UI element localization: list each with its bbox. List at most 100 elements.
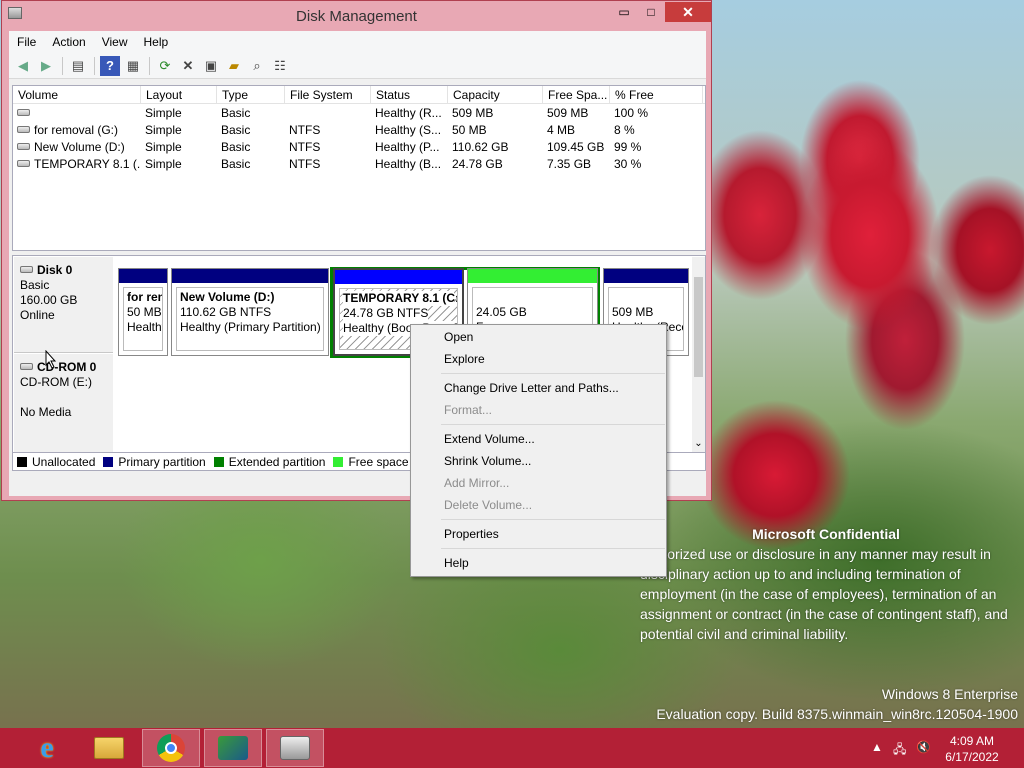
menu-separator bbox=[441, 519, 665, 520]
network-icon[interactable]: 🖧 bbox=[893, 740, 906, 761]
menu-view[interactable]: View bbox=[94, 31, 136, 53]
toolbar-divider bbox=[149, 56, 150, 75]
minimize-icon: ▭ bbox=[618, 5, 630, 19]
toolbar: ◀ ▶ ▤ ? ▦ ⟳ ✕ ▣ ▰ ⌕ ☷ bbox=[9, 53, 706, 79]
table-row[interactable]: TEMPORARY 8.1 (... Simple Basic NTFS Hea… bbox=[13, 156, 705, 173]
menu-add-mirror: Add Mirror... bbox=[444, 476, 510, 490]
col-free-space[interactable]: Free Spa... bbox=[543, 86, 610, 104]
delete-icon[interactable]: ✕ bbox=[178, 56, 198, 76]
toolbar-divider bbox=[62, 56, 63, 75]
internet-explorer-icon: e bbox=[40, 731, 54, 764]
volume-list-header: Volume Layout Type File System Status Ca… bbox=[13, 86, 705, 104]
partition-bar bbox=[604, 269, 688, 283]
menu-extend-volume[interactable]: Extend Volume... bbox=[444, 429, 535, 449]
col-file-system[interactable]: File System bbox=[285, 86, 371, 104]
table-row[interactable]: for removal (G:) Simple Basic NTFS Healt… bbox=[13, 122, 705, 139]
legend-unallocated: Unallocated bbox=[32, 454, 96, 469]
close-button[interactable]: ✕ bbox=[665, 2, 711, 22]
partition-body: New Volume (D:) 110.62 GB NTFS Healthy (… bbox=[176, 287, 324, 351]
menu-bar: File Action View Help bbox=[9, 31, 706, 53]
maximize-icon: □ bbox=[647, 5, 655, 19]
window-title: Disk Management bbox=[296, 8, 417, 25]
internet-explorer-button[interactable]: e bbox=[18, 729, 76, 767]
vertical-scrollbar[interactable]: ⌄ bbox=[692, 257, 705, 453]
settings-list-icon[interactable]: ☷ bbox=[270, 56, 290, 76]
drive-icon bbox=[17, 143, 30, 151]
col-percent-free[interactable]: % Free bbox=[610, 86, 703, 104]
col-volume[interactable]: Volume bbox=[13, 86, 141, 104]
menu-change-drive-letter[interactable]: Change Drive Letter and Paths... bbox=[444, 378, 619, 398]
console-tree-icon[interactable]: ▤ bbox=[68, 56, 88, 76]
properties-list-icon[interactable]: ▦ bbox=[123, 56, 143, 76]
menu-file[interactable]: File bbox=[9, 31, 44, 53]
title-bar[interactable]: Disk Management ▭ □ ✕ bbox=[2, 1, 711, 31]
mouse-cursor-icon bbox=[45, 350, 57, 369]
context-menu: Open Explore Change Drive Letter and Pat… bbox=[410, 324, 667, 577]
legend-swatch-free bbox=[333, 456, 344, 467]
edition-watermark: Windows 8 Enterprise Evaluation copy. Bu… bbox=[656, 686, 1018, 722]
menu-action[interactable]: Action bbox=[44, 31, 93, 53]
computer-management-button[interactable] bbox=[266, 729, 324, 767]
partition-bar bbox=[335, 270, 462, 284]
menu-separator bbox=[441, 424, 665, 425]
folder-icon bbox=[94, 737, 124, 759]
clock-time: 4:09 AM bbox=[949, 734, 995, 748]
disk-icon bbox=[20, 266, 33, 274]
menu-open[interactable]: Open bbox=[444, 327, 473, 347]
legend-swatch-primary bbox=[103, 456, 114, 467]
show-hidden-icons-icon[interactable]: ▲ bbox=[871, 740, 883, 754]
col-status[interactable]: Status bbox=[371, 86, 448, 104]
system-clock[interactable]: 4:09 AM 6/17/2022 bbox=[942, 733, 1002, 765]
legend-primary: Primary partition bbox=[118, 454, 206, 469]
minimize-button[interactable]: ▭ bbox=[611, 2, 637, 22]
close-icon: ✕ bbox=[682, 3, 694, 20]
search-icon[interactable]: ⌕ bbox=[247, 56, 267, 76]
col-layout[interactable]: Layout bbox=[141, 86, 217, 104]
legend-free: Free space bbox=[348, 454, 409, 469]
scrollbar-thumb[interactable] bbox=[694, 277, 703, 377]
col-capacity[interactable]: Capacity bbox=[448, 86, 543, 104]
partition-body: for ren 50 MB Healthy bbox=[123, 287, 163, 351]
legend-swatch-unallocated bbox=[17, 456, 27, 467]
hard-drive-icon bbox=[280, 736, 310, 760]
menu-format: Format... bbox=[444, 403, 493, 417]
menu-separator bbox=[441, 548, 665, 549]
drive-icon bbox=[17, 126, 30, 134]
menu-shrink-volume[interactable]: Shrink Volume... bbox=[444, 451, 531, 471]
disk-0-label[interactable]: Disk 0 Basic 160.00 GB Online bbox=[14, 257, 113, 353]
chevron-down-icon[interactable]: ⌄ bbox=[693, 438, 704, 449]
maximize-button[interactable]: □ bbox=[638, 2, 664, 22]
drive-icon bbox=[17, 109, 30, 117]
forward-arrow-icon[interactable]: ▶ bbox=[36, 56, 56, 76]
partition-bar bbox=[468, 269, 597, 283]
refresh-icon[interactable]: ⟳ bbox=[155, 56, 175, 76]
speaker-muted-icon[interactable]: 🔇 bbox=[916, 740, 931, 754]
check-disk-icon[interactable]: ▣ bbox=[201, 56, 221, 76]
confidential-watermark: Microsoft Confidential authorized use or… bbox=[640, 526, 1008, 642]
menu-delete-volume: Delete Volume... bbox=[444, 498, 533, 512]
chrome-icon bbox=[157, 734, 185, 762]
back-arrow-icon[interactable]: ◀ bbox=[13, 56, 33, 76]
cdrom-0-label[interactable]: CD-ROM 0 CD-ROM (E:) No Media bbox=[14, 354, 113, 462]
file-explorer-button[interactable] bbox=[80, 729, 138, 767]
partition-bar bbox=[172, 269, 328, 283]
volume-list: Volume Layout Type File System Status Ca… bbox=[12, 85, 706, 251]
partition-new-volume[interactable]: New Volume (D:) 110.62 GB NTFS Healthy (… bbox=[171, 268, 329, 356]
menu-properties[interactable]: Properties bbox=[444, 524, 499, 544]
partition-for-removal[interactable]: for ren 50 MB Healthy bbox=[118, 268, 168, 356]
chrome-button[interactable] bbox=[142, 729, 200, 767]
menu-help[interactable]: Help bbox=[444, 553, 469, 573]
cdrom-icon bbox=[20, 363, 33, 371]
open-folder-icon[interactable]: ▰ bbox=[224, 56, 244, 76]
disk-management-taskbar-button[interactable] bbox=[204, 729, 262, 767]
table-row[interactable]: New Volume (D:) Simple Basic NTFS Health… bbox=[13, 139, 705, 156]
legend-swatch-extended bbox=[213, 456, 224, 467]
menu-help[interactable]: Help bbox=[136, 31, 177, 53]
legend-extended: Extended partition bbox=[228, 454, 326, 469]
menu-explore[interactable]: Explore bbox=[444, 349, 485, 369]
table-row[interactable]: Simple Basic Healthy (R... 509 MB 509 MB… bbox=[13, 105, 705, 122]
col-type[interactable]: Type bbox=[217, 86, 285, 104]
drive-icon bbox=[17, 160, 30, 168]
help-icon[interactable]: ? bbox=[100, 55, 120, 76]
menu-separator bbox=[441, 373, 665, 374]
